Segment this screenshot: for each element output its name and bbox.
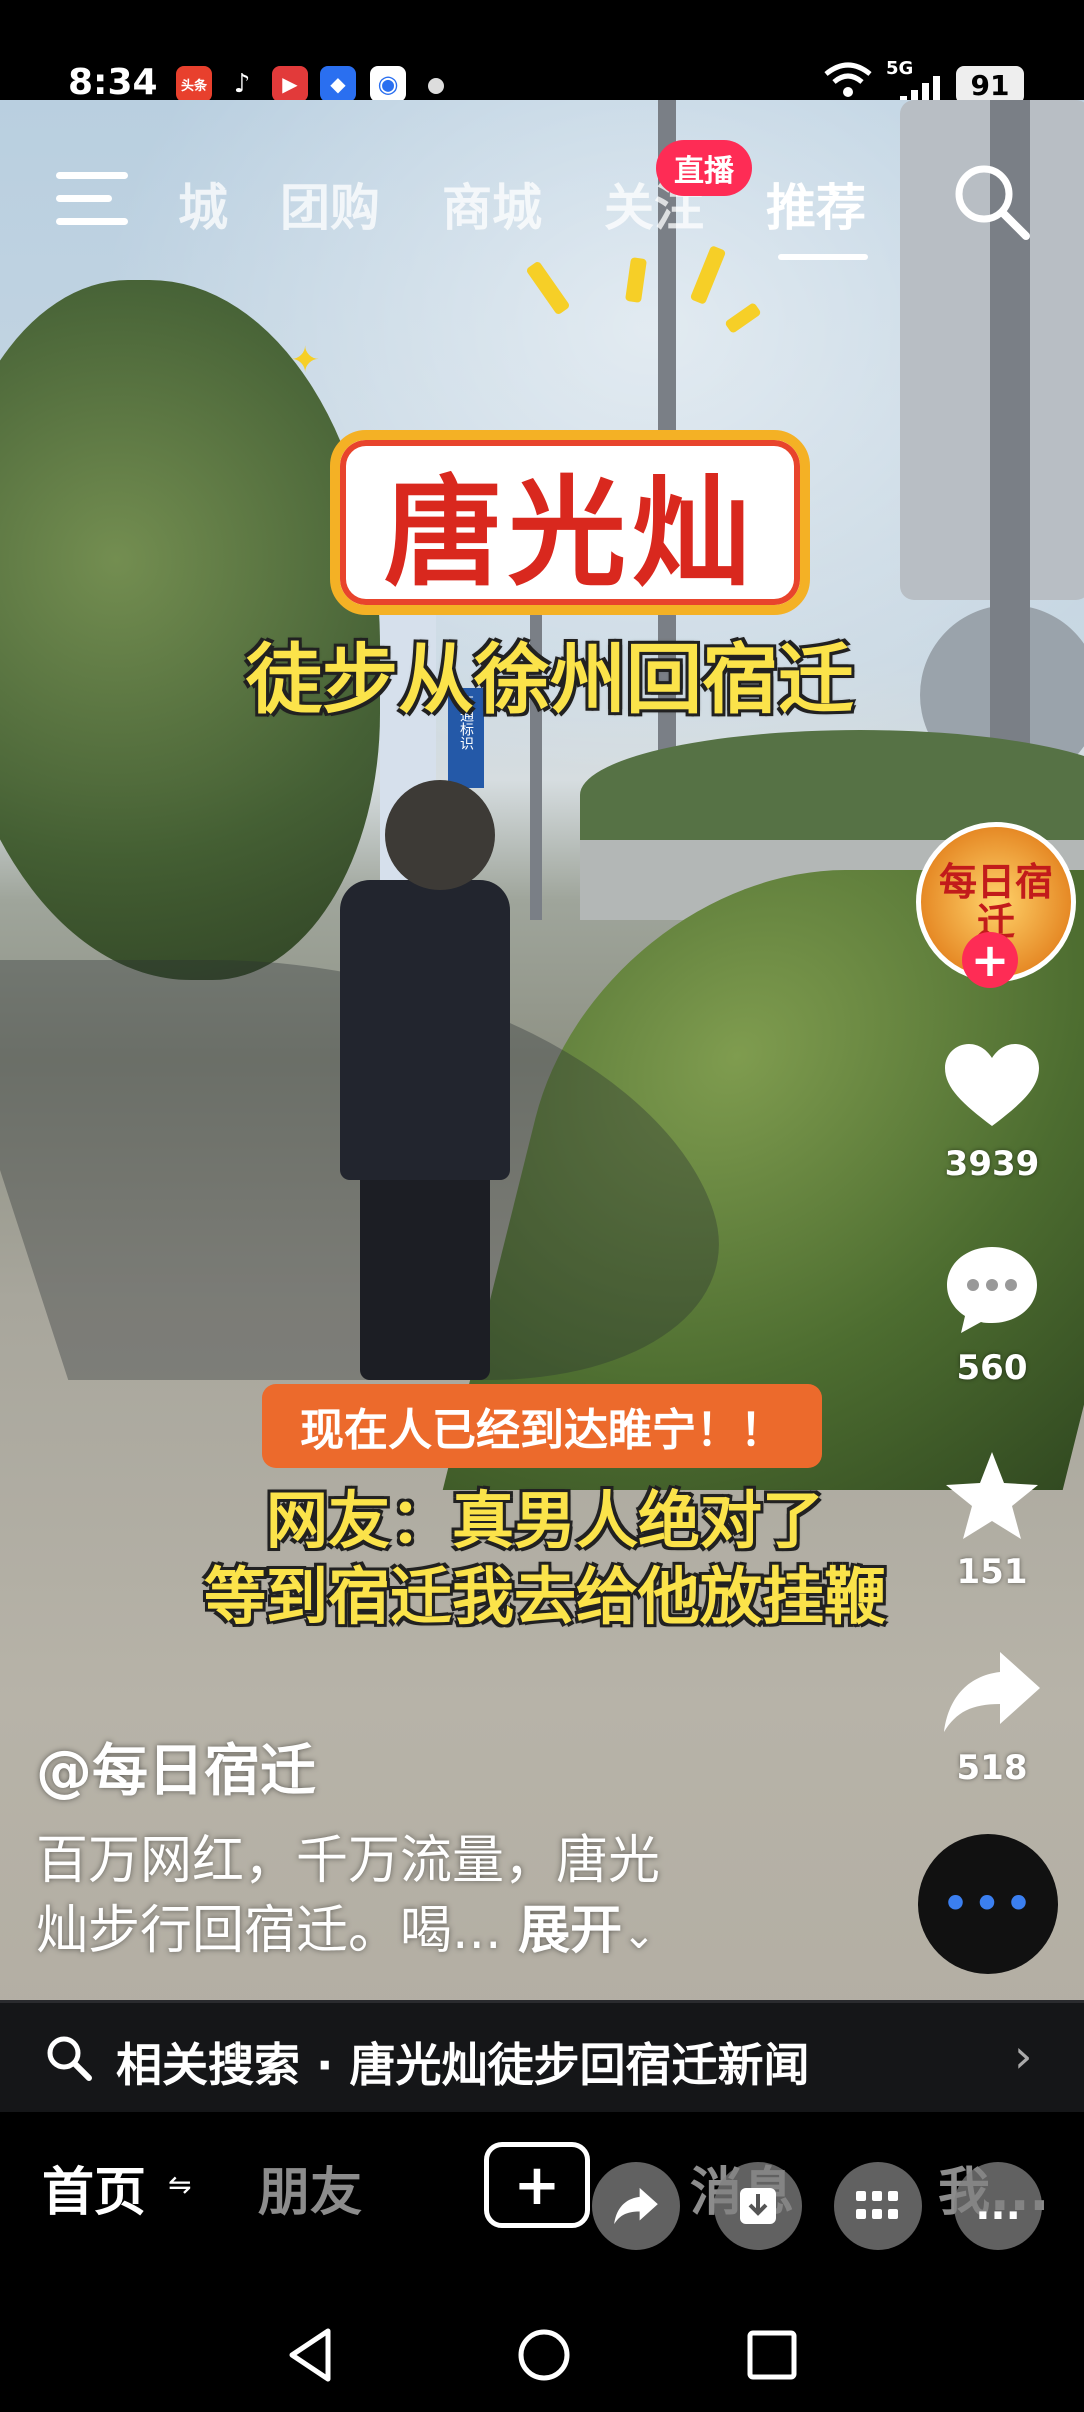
home-circle-icon[interactable] — [516, 2327, 572, 2387]
share-arrow-icon[interactable] — [940, 1642, 1044, 1742]
author-name[interactable]: @每日宿迁 — [36, 1726, 316, 1807]
share-float-icon[interactable] — [592, 2162, 680, 2250]
more-options-icon[interactable]: ... — [954, 2162, 1042, 2250]
create-post-button[interactable]: + — [484, 2142, 590, 2228]
apps-grid-icon[interactable] — [834, 2162, 922, 2250]
video-subtitle-overlay: 徒步从徐州回宿迁 — [246, 635, 854, 724]
expand-button[interactable]: 展开 — [518, 1901, 622, 1961]
search-icon — [44, 2033, 94, 2087]
share-count: 518 — [956, 1748, 1028, 1788]
music-disc-icon[interactable]: ••• — [918, 1834, 1058, 1974]
walking-person — [340, 880, 510, 1180]
status-bar: 8:34 头条 ♪ ▶ ◆ ◉ 5G 91 — [0, 0, 1084, 106]
related-search-bar[interactable]: 相关搜索 · 唐光灿徒步回宿迁新闻 › — [0, 2000, 1084, 2115]
tab-friends[interactable]: 朋友 — [258, 2150, 362, 2225]
search-icon[interactable] — [950, 160, 1034, 248]
post-description-line2: 灿步行回宿迁。喝... 展开⌄ — [36, 1888, 856, 1963]
battery-indicator: 91 — [956, 66, 1024, 104]
recent-apps-icon[interactable] — [746, 2329, 798, 2385]
blue-app-icon: ◆ — [320, 66, 356, 102]
system-navigation-bar — [0, 2297, 1084, 2412]
favorite-star-icon[interactable] — [940, 1446, 1044, 1546]
follow-button[interactable]: + — [962, 932, 1018, 988]
tab-home[interactable]: 首页 — [42, 2150, 146, 2225]
download-icon[interactable] — [714, 2162, 802, 2250]
like-count: 3939 — [944, 1144, 1040, 1184]
back-icon[interactable] — [286, 2327, 336, 2387]
chevron-right-icon: › — [1014, 2029, 1033, 2083]
like-heart-icon[interactable] — [940, 1036, 1044, 1136]
active-tab-indicator — [778, 254, 868, 260]
music-disc-label: ••• — [940, 1875, 1036, 1933]
caption-line: 等到宿迁我去给他放挂鞭 — [203, 1560, 886, 1633]
post-description: 百万网红，千万流量，唐光 — [36, 1831, 661, 1891]
tab-city[interactable]: 城 — [178, 168, 228, 240]
favorite-count: 151 — [956, 1552, 1028, 1592]
menu-icon[interactable] — [56, 172, 128, 241]
tiktok-icon: ♪ — [224, 66, 260, 102]
related-search-label: 相关搜索 · 唐光灿徒步回宿迁新闻 — [116, 2038, 810, 2092]
status-time: 8:34 — [68, 62, 158, 103]
video-title-overlay: 唐光灿 — [330, 430, 810, 615]
color-app-icon: ◉ — [370, 66, 406, 102]
comment-icon[interactable] — [940, 1240, 1044, 1340]
chevron-down-icon[interactable]: ⌄ — [622, 1912, 656, 1958]
caption-box: 现在人已经到达睢宁！！ — [262, 1384, 822, 1468]
sparkle-icon: ✦ — [290, 340, 321, 381]
refresh-toggle-icon[interactable]: ⇋ — [168, 2168, 191, 2201]
person-head — [385, 780, 495, 890]
notification-dot-icon — [428, 78, 444, 94]
video-app-icon: ▶ — [272, 66, 308, 102]
live-badge[interactable]: 直播 — [656, 140, 752, 196]
toutiao-icon: 头条 — [176, 66, 212, 102]
tab-recommended[interactable]: 推荐 — [766, 168, 866, 240]
tab-group-buy[interactable]: 团购 — [280, 168, 380, 240]
comment-count: 560 — [956, 1348, 1028, 1388]
description-text: 灿步行回宿迁。喝... — [36, 1901, 502, 1961]
person-legs — [360, 1160, 490, 1380]
tab-mall[interactable]: 商城 — [442, 168, 542, 240]
